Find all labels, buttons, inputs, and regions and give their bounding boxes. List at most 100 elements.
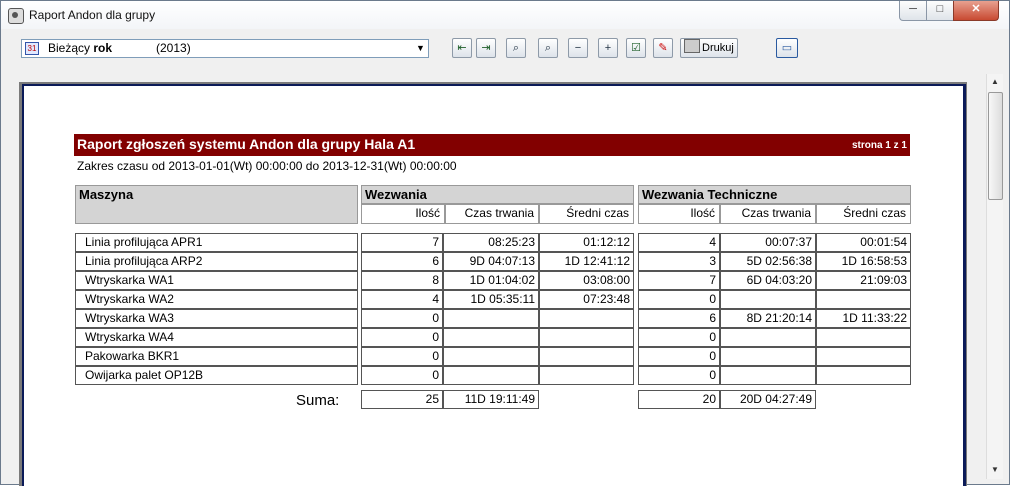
calls-count-header: Ilość	[361, 204, 445, 224]
table-row-tech-avg: 1D 11:33:22	[816, 309, 911, 328]
table-row-calls-count: 7	[361, 233, 443, 252]
minimize-button[interactable]: ─	[899, 1, 927, 21]
report-title: Raport zgłoszeń systemu Andon dla grupy …	[77, 136, 416, 152]
table-row-calls-duration: 1D 05:35:11	[443, 290, 539, 309]
period-combobox[interactable]: 31 Bieżący rok (2013)	[21, 39, 429, 58]
table-row-tech-duration	[720, 290, 816, 309]
table-row-tech-count: 6	[638, 309, 720, 328]
first-page-button[interactable]: ⇤	[452, 38, 472, 58]
table-row-tech-avg	[816, 366, 911, 385]
zoom-in-button[interactable]: +	[598, 38, 618, 58]
table-row-machine-name: Wtryskarka WA2	[75, 290, 358, 309]
scroll-thumb[interactable]	[988, 92, 1003, 200]
table-row-calls-avg	[539, 309, 634, 328]
calendar-icon: 31	[25, 42, 39, 55]
table-row-calls-duration	[443, 309, 539, 328]
page-indicator: strona 1 z 1	[851, 140, 907, 151]
table-row-machine-name: Wtryskarka WA1	[75, 271, 358, 290]
table-row-calls-duration	[443, 366, 539, 385]
table-row-tech-count: 0	[638, 347, 720, 366]
app-icon	[8, 8, 24, 24]
window-title: Raport Andon dla grupy	[29, 8, 156, 22]
table-row-calls-avg	[539, 347, 634, 366]
table-row-calls-count: 0	[361, 366, 443, 385]
table-row-tech-duration: 8D 21:20:14	[720, 309, 816, 328]
zoom-width-button[interactable]: ⌕	[538, 38, 558, 58]
pdf-export-button[interactable]: ✎	[653, 38, 673, 58]
table-row-calls-duration	[443, 347, 539, 366]
table-row-calls-count: 6	[361, 252, 443, 271]
chevron-down-icon[interactable]: ▼	[413, 39, 428, 58]
period-label: Bieżący	[48, 41, 91, 55]
period-value: (2013)	[156, 41, 191, 55]
printer-icon	[684, 39, 700, 53]
scroll-down-icon[interactable]: ▼	[987, 462, 1003, 478]
table-row-tech-duration: 00:07:37	[720, 233, 816, 252]
tech-avg-header: Średni czas	[816, 204, 911, 224]
table-row-machine-name: Wtryskarka WA4	[75, 328, 358, 347]
calls-header: Wezwania	[361, 185, 634, 204]
window-button[interactable]: ▭	[776, 38, 798, 58]
table-row-calls-avg: 1D 12:41:12	[539, 252, 634, 271]
table-row-tech-avg: 1D 16:58:53	[816, 252, 911, 271]
zoom-page-icon: ⌕	[512, 42, 520, 54]
table-row-machine-name: Wtryskarka WA3	[75, 309, 358, 328]
total-tech-duration: 20D 04:27:49	[720, 390, 816, 409]
total-calls-duration: 11D 19:11:49	[443, 390, 539, 409]
table-row-calls-count: 0	[361, 347, 443, 366]
table-row-tech-avg	[816, 290, 911, 309]
vertical-scrollbar[interactable]: ▲ ▼	[986, 74, 1003, 479]
report-header-bar: Raport zgłoszeń systemu Andon dla grupy …	[74, 134, 910, 156]
table-row-tech-duration	[720, 347, 816, 366]
table-row-calls-duration: 1D 01:04:02	[443, 271, 539, 290]
table-row-tech-count: 0	[638, 328, 720, 347]
table-row-machine-name: Pakowarka BKR1	[75, 347, 358, 366]
table-row-calls-avg: 01:12:12	[539, 233, 634, 252]
table-row-machine-name: Linia profilująca ARP2	[75, 252, 358, 271]
table-row-tech-count: 0	[638, 290, 720, 309]
table-row-calls-duration	[443, 328, 539, 347]
table-row-calls-avg	[539, 328, 634, 347]
checkbox-icon: ☑	[631, 42, 641, 54]
table-row-tech-duration: 6D 04:03:20	[720, 271, 816, 290]
table-row-tech-avg: 21:09:03	[816, 271, 911, 290]
table-row-tech-duration	[720, 328, 816, 347]
table-row-tech-count: 4	[638, 233, 720, 252]
table-row-calls-duration: 9D 04:07:13	[443, 252, 539, 271]
title-bar[interactable]: Raport Andon dla grupy ─ □ ✕	[1, 1, 1009, 29]
first-page-icon: ⇤	[457, 42, 467, 54]
pdf-export-icon: ✎	[658, 42, 668, 54]
window-icon: ▭	[781, 42, 793, 54]
scroll-up-icon[interactable]: ▲	[987, 74, 1003, 90]
table-row-calls-duration: 08:25:23	[443, 233, 539, 252]
tech-calls-header: Wezwania Techniczne	[638, 185, 911, 204]
zoom-page-button[interactable]: ⌕	[506, 38, 526, 58]
tech-count-header: Ilość	[638, 204, 720, 224]
zoom-out-button[interactable]: −	[568, 38, 588, 58]
zoom-in-icon: +	[604, 42, 612, 54]
table-row-tech-avg	[816, 328, 911, 347]
zoom-width-icon: ⌕	[544, 42, 552, 54]
table-row-machine-name: Linia profilująca APR1	[75, 233, 358, 252]
calls-avg-header: Średni czas	[539, 204, 634, 224]
close-button[interactable]: ✕	[953, 1, 999, 21]
last-page-button[interactable]: ⇥	[476, 38, 496, 58]
table-row-tech-avg: 00:01:54	[816, 233, 911, 252]
table-row-tech-duration: 5D 02:56:38	[720, 252, 816, 271]
table-row-calls-count: 8	[361, 271, 443, 290]
last-page-icon: ⇥	[481, 42, 491, 54]
table-row-tech-duration	[720, 366, 816, 385]
sum-label: Suma:	[296, 392, 340, 409]
table-row-calls-avg	[539, 366, 634, 385]
calls-duration-header: Czas trwania	[445, 204, 539, 224]
checkbox-button[interactable]: ☑	[626, 38, 646, 58]
tech-duration-header: Czas trwania	[720, 204, 816, 224]
table-row-calls-count: 0	[361, 309, 443, 328]
table-row-calls-count: 4	[361, 290, 443, 309]
toolbar: 31 Bieżący rok (2013) ▼ ⇤ ⇥ ⌕ ⌕ − + ☑ ✎ …	[1, 30, 1009, 68]
print-label: Drukuj	[702, 42, 734, 54]
print-button[interactable]: Drukuj	[680, 38, 738, 58]
maximize-button[interactable]: □	[926, 1, 954, 21]
table-row-machine-name: Owijarka palet OP12B	[75, 366, 358, 385]
total-calls-count: 25	[361, 390, 443, 409]
